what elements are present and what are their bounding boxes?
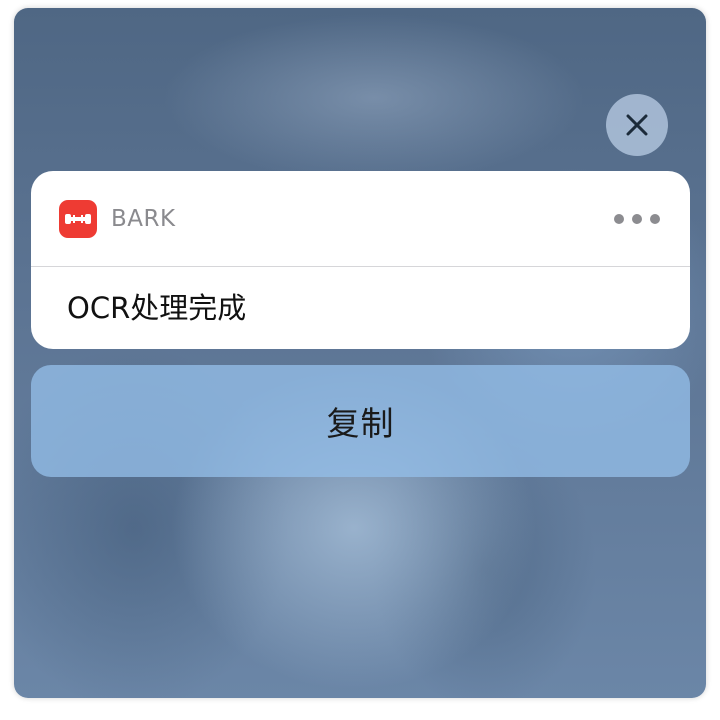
copy-button[interactable]: 复制 xyxy=(31,365,690,477)
app-name: BARK xyxy=(111,206,176,232)
more-dots-icon xyxy=(614,214,624,224)
bark-app-icon xyxy=(59,200,97,238)
more-button[interactable] xyxy=(614,209,660,229)
close-button[interactable] xyxy=(606,94,668,156)
close-icon xyxy=(626,114,648,136)
notification-header: BARK xyxy=(31,171,690,267)
copy-button-label: 复制 xyxy=(326,404,395,443)
notification-message: OCR处理完成 xyxy=(67,291,247,325)
notification-overlay: BARK OCR处理完成 复制 xyxy=(14,8,706,698)
notification-card[interactable]: BARK OCR处理完成 xyxy=(31,171,690,349)
